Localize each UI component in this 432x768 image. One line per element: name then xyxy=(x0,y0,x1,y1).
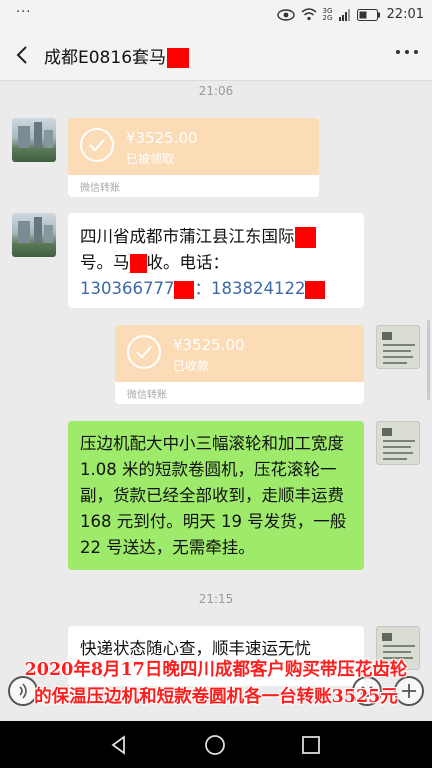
redaction-mark xyxy=(294,227,316,248)
status-icons: 3G 2G 22:01 xyxy=(276,6,424,22)
phone-number-2[interactable]: 183824122 xyxy=(211,279,305,298)
address-line2b: 收。电话： xyxy=(146,253,230,272)
redaction-mark xyxy=(129,254,147,273)
transfer-card-received[interactable]: ¥3525.00 已被领取 微信转账 xyxy=(68,118,319,197)
transfer-amount: ¥3525.00 xyxy=(173,336,245,354)
phone-number-1[interactable]: 130366777 xyxy=(80,279,174,298)
transfer-footer: 微信转账 xyxy=(68,175,319,197)
battery-icon xyxy=(356,8,380,21)
chat-title: 成都E0816套马 xyxy=(44,43,190,68)
order-text: 压边机配大中小三幅滚轮和加工宽度 1.08 米的短款卷圆机，压花滚轮一副，货款已… xyxy=(80,434,347,557)
chat-title-text: 成都E0816套马 xyxy=(44,48,167,68)
network-label: 3G 2G xyxy=(322,6,333,22)
address-line1: 四川省成都市蒲江县江东国际 xyxy=(80,227,295,246)
transfer-footer: 微信转账 xyxy=(115,382,364,404)
order-message[interactable]: 压边机配大中小三幅滚轮和加工宽度 1.08 米的短款卷圆机，压花滚轮一副，货款已… xyxy=(68,421,364,570)
redaction-mark xyxy=(305,280,326,299)
transfer-amount: ¥3525.00 xyxy=(126,129,198,147)
check-circle-icon xyxy=(80,128,114,162)
address-message[interactable]: 四川省成都市蒲江县江东国际 号。马 收。电话： 130366777 ：1838241… xyxy=(68,213,364,308)
chat-messages[interactable]: 21:06 ¥3525.00 已被领取 微信转账 四川省成都市蒲江县江东国际 号… xyxy=(0,81,432,721)
status-bar: ··· 3G 2G 22:01 xyxy=(0,0,432,30)
my-avatar[interactable] xyxy=(376,421,420,465)
back-triangle-icon[interactable] xyxy=(108,734,130,756)
wifi-icon xyxy=(301,8,317,21)
transfer-label: 微信转账 xyxy=(80,183,120,194)
system-nav-bar xyxy=(0,721,432,768)
caption-line1: 2020年8月17日晚四川成都客户购买带压花齿轮 xyxy=(24,660,408,680)
check-circle-icon xyxy=(127,335,161,369)
address-line2a: 号。马 xyxy=(80,253,130,272)
more-options-icon[interactable] xyxy=(396,50,418,56)
recents-square-icon[interactable] xyxy=(300,734,322,756)
back-arrow-icon[interactable] xyxy=(10,42,36,68)
transfer-status: 已被领取 xyxy=(126,152,175,166)
redaction-mark xyxy=(174,280,195,299)
contact-avatar[interactable] xyxy=(12,213,56,257)
transfer-label: 微信转账 xyxy=(127,390,167,401)
home-circle-icon[interactable] xyxy=(204,734,226,756)
chat-header: 成都E0816套马 xyxy=(0,30,432,81)
transfer-card-sent[interactable]: ¥3525.00 已收款 微信转账 xyxy=(115,325,364,404)
caption-line2: 的保温压边机和短款卷圆机各一台转账3525元 xyxy=(34,687,398,707)
phone-separator: ： xyxy=(194,279,211,298)
contact-avatar[interactable] xyxy=(12,118,56,162)
status-time: 22:01 xyxy=(386,7,424,22)
status-dots: ··· xyxy=(16,5,32,20)
caption-overlay: 2020年8月17日晚四川成都客户购买带压花齿轮 的保温压边机和短款卷圆机各一台… xyxy=(0,657,432,711)
transfer-status: 已收款 xyxy=(173,359,210,373)
signal-icon xyxy=(338,8,350,21)
eye-icon xyxy=(276,8,295,21)
redaction-mark xyxy=(167,48,190,68)
timestamp: 21:06 xyxy=(198,84,234,98)
my-avatar[interactable] xyxy=(376,325,420,369)
timestamp: 21:15 xyxy=(198,592,234,606)
scrollbar[interactable] xyxy=(427,320,430,400)
